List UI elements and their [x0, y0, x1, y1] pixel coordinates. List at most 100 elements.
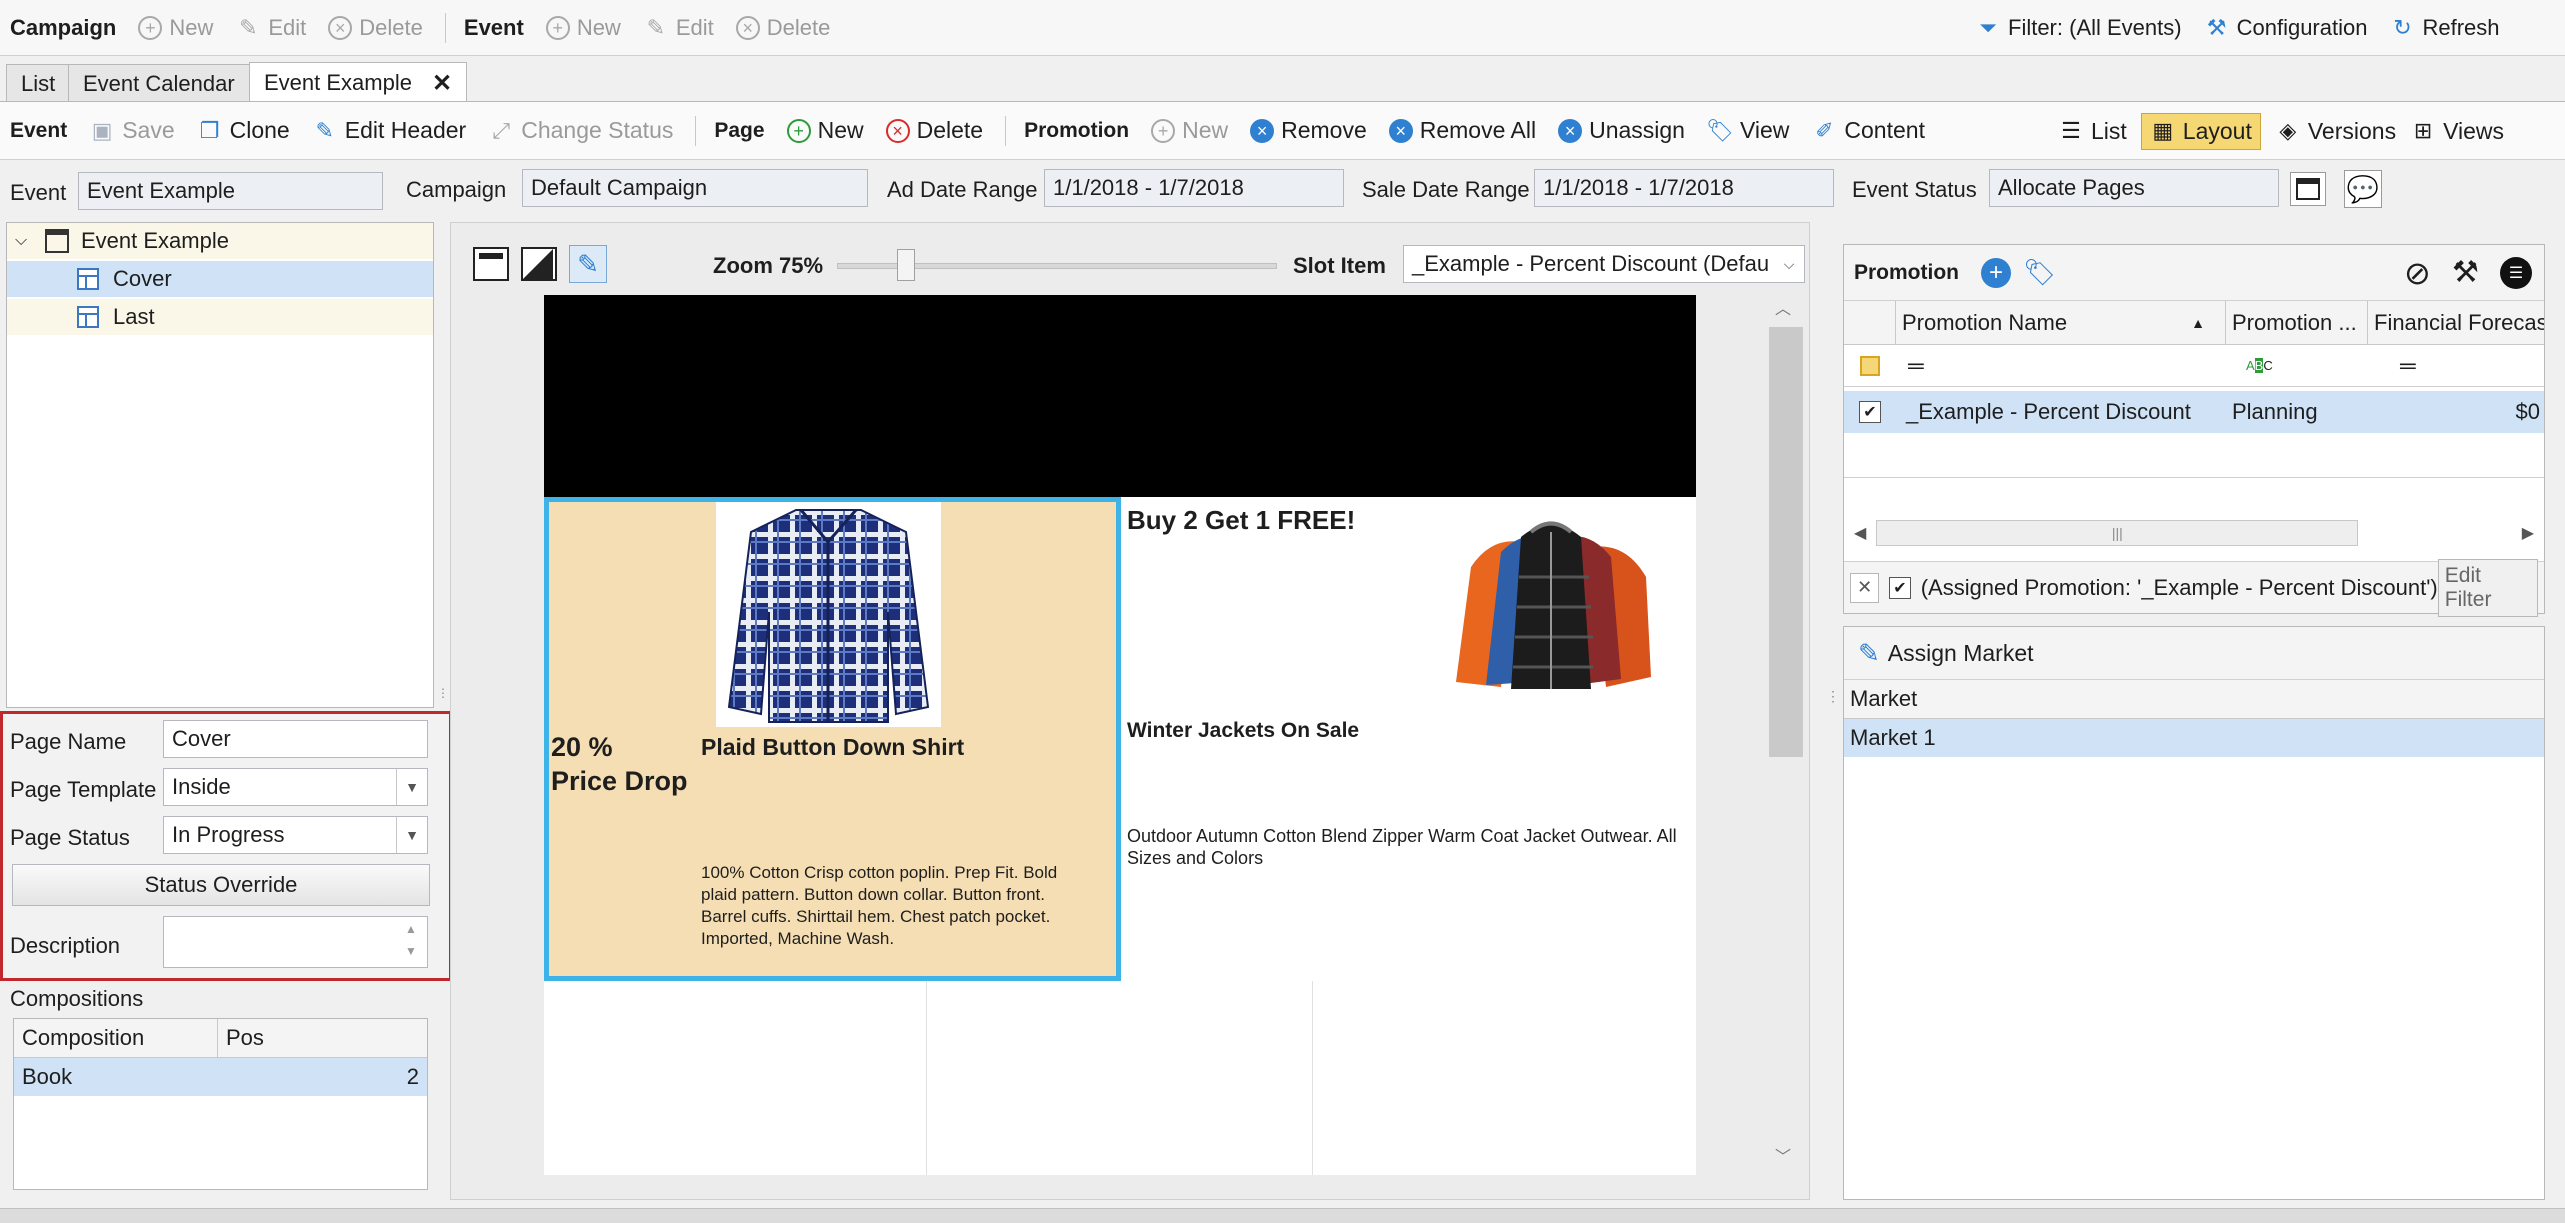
table-row[interactable]: ✔ _Example - Percent Discount Planning $…: [1844, 391, 2544, 433]
column-header-promotion-name[interactable]: Promotion Name ▲: [1896, 300, 2226, 345]
edit-header-button[interactable]: ✎ Edit Header: [312, 117, 467, 144]
tag-icon[interactable]: 🏷: [2023, 257, 2056, 288]
gavel-icon[interactable]: ⚒: [2452, 255, 2479, 290]
zoom-slider-thumb[interactable]: [897, 249, 915, 281]
filter-enabled-checkbox[interactable]: ✔: [1889, 576, 1911, 599]
view-button[interactable]: 🏷 View: [1706, 117, 1789, 144]
filter-button[interactable]: ⏷ Filter: (All Events): [1975, 15, 2181, 41]
banner-slot[interactable]: [544, 295, 1696, 497]
promo-new-button[interactable]: + New: [1151, 117, 1228, 144]
scroll-left-icon[interactable]: ◀: [1854, 523, 1866, 543]
ad-date-field[interactable]: 1/1/2018 - 1/7/2018: [1044, 169, 1344, 207]
hscroll-thumb[interactable]: |||: [1876, 520, 2359, 546]
remove-button[interactable]: × Remove: [1250, 117, 1367, 144]
status-override-button[interactable]: Status Override: [12, 864, 430, 906]
layout-view-button[interactable]: ▦ Layout: [2140, 112, 2261, 150]
vertical-guide-line: [926, 975, 927, 1175]
campaign-field[interactable]: Default Campaign: [522, 169, 868, 207]
refresh-button[interactable]: ↻ Refresh: [2389, 15, 2499, 41]
pos-cell: 2: [406, 1064, 419, 1089]
clear-filter-button[interactable]: ✕: [1850, 572, 1880, 603]
sale-date-field[interactable]: 1/1/2018 - 1/7/2018: [1534, 169, 1834, 207]
scroll-right-icon[interactable]: ▶: [2522, 523, 2534, 543]
edit-filter-button[interactable]: Edit Filter: [2437, 558, 2539, 617]
description-spinner[interactable]: ▲ ▼: [396, 918, 426, 966]
campaign-delete-button[interactable]: × Delete: [328, 15, 423, 41]
tab-event-example[interactable]: Event Example ✕: [249, 62, 468, 103]
column-header-composition[interactable]: Composition: [14, 1019, 218, 1057]
tree-item-cover[interactable]: Cover: [7, 261, 433, 297]
event-group-label: Event: [463, 14, 524, 40]
pencil-icon[interactable]: ✎: [1858, 638, 1880, 669]
list-view-button[interactable]: ☰ List: [2058, 118, 2127, 145]
right-splitter-handle[interactable]: ⋮: [1826, 689, 1840, 718]
filter-cell-icon: [1860, 355, 1880, 376]
tab-event-calendar[interactable]: Event Calendar: [68, 64, 250, 103]
column-header-pos[interactable]: Pos: [218, 1025, 264, 1051]
speech-bubble-icon: 💬: [2346, 173, 2380, 204]
splitter-handle[interactable]: ⋮: [437, 687, 449, 710]
x-circle-icon: ×: [1250, 118, 1275, 143]
tree-root-event[interactable]: ⌵ Event Example: [7, 223, 433, 259]
calendar-button[interactable]: [2290, 172, 2326, 206]
zoom-label: Zoom 75%: [713, 253, 824, 278]
offer-slot-shirt[interactable]: 20 % Price Drop Plaid Button Down Shirt …: [544, 497, 1121, 981]
add-promotion-icon[interactable]: +: [1981, 257, 2011, 288]
pencil-icon: ✎: [315, 117, 334, 143]
comment-button[interactable]: 💬: [2344, 170, 2382, 208]
description-field[interactable]: [163, 916, 428, 968]
unassign-button[interactable]: × Unassign: [1558, 117, 1685, 144]
remove-all-button[interactable]: × Remove All: [1388, 117, 1536, 144]
views-button[interactable]: ⊞ Views: [2410, 118, 2504, 145]
event-status-field[interactable]: Allocate Pages: [1989, 169, 2279, 207]
market-column-header[interactable]: Market: [1844, 680, 2544, 719]
page-status-select[interactable]: In Progress ▼: [163, 816, 428, 854]
event-new-button[interactable]: + New: [545, 15, 621, 41]
ad-date-label: Ad Date Range: [887, 177, 1038, 202]
block-icon[interactable]: ⊘: [2404, 257, 2431, 289]
filter-equals-icon[interactable]: ═: [1896, 353, 2238, 379]
event-edit-button[interactable]: ✎ Edit: [643, 15, 714, 41]
page-tree: ⌵ Event Example Cover Last: [6, 222, 434, 708]
event-delete-button[interactable]: × Delete: [735, 15, 830, 41]
list-item[interactable]: Market 1: [1844, 719, 2544, 757]
column-header-financial-forecast[interactable]: Financial Forecas: [2368, 301, 2544, 345]
chevron-down-icon: ▼: [396, 769, 427, 805]
page-delete-button[interactable]: × Delete: [885, 117, 983, 144]
event-field[interactable]: Event Example: [78, 172, 383, 210]
tab-list[interactable]: List: [6, 64, 71, 103]
promotion-hscrollbar[interactable]: ◀ ||| ▶: [1844, 517, 2544, 549]
page-name-field[interactable]: Cover: [163, 720, 428, 758]
offer-price: Buy 2 Get 1 FREE!: [1127, 505, 1356, 535]
save-button[interactable]: ▣ Save: [89, 117, 175, 144]
canvas-scroll-down[interactable]: ﹀: [1769, 1143, 1797, 1167]
clone-button[interactable]: ❐ Clone: [197, 117, 290, 144]
layout-icon: ▦: [2152, 118, 2174, 143]
table-row[interactable]: Book 2: [14, 1058, 427, 1096]
campaign-edit-button[interactable]: ✎ Edit: [235, 15, 306, 41]
edit-tool-button[interactable]: ✎: [569, 245, 607, 283]
tree-item-last[interactable]: Last: [7, 299, 433, 335]
collapse-arrow-icon[interactable]: ⌵: [15, 232, 39, 250]
offer-slot-jackets[interactable]: Buy 2 Get 1 FREE! Winter Jackets On Sale…: [1121, 497, 1696, 981]
vertical-guide-line: [1312, 975, 1313, 1175]
column-header-promotion-status[interactable]: Promotion ...: [2226, 300, 2368, 345]
content-button[interactable]: ✐ Content: [1811, 117, 1925, 144]
canvas-scrollbar-thumb[interactable]: [1769, 327, 1803, 757]
versions-view-button[interactable]: ◈ Versions: [2275, 118, 2396, 145]
canvas-scroll-up[interactable]: ︿: [1769, 295, 1797, 319]
slot-item-select[interactable]: _Example - Percent Discount (Defau ⌵: [1403, 245, 1805, 283]
menu-circle-icon[interactable]: ☰: [2500, 257, 2532, 289]
page-template-select[interactable]: Inside ▼: [163, 768, 428, 806]
filter-equals-icon[interactable]: ═: [2388, 353, 2544, 379]
change-status-button[interactable]: ⤢ Change Status: [488, 117, 673, 144]
close-tab-icon[interactable]: ✕: [432, 69, 452, 98]
compositions-grid: Composition Pos Book 2: [13, 1018, 428, 1190]
configuration-button[interactable]: ⚒ Configuration: [2204, 15, 2368, 41]
page-new-button[interactable]: + New: [786, 117, 864, 144]
campaign-new-button[interactable]: + New: [138, 15, 213, 41]
frame-tool-button[interactable]: [473, 247, 509, 281]
filter-text-icon[interactable]: ABC: [2238, 358, 2388, 373]
shape-tool-button[interactable]: [521, 247, 557, 281]
row-checkbox[interactable]: ✔: [1844, 401, 1896, 423]
